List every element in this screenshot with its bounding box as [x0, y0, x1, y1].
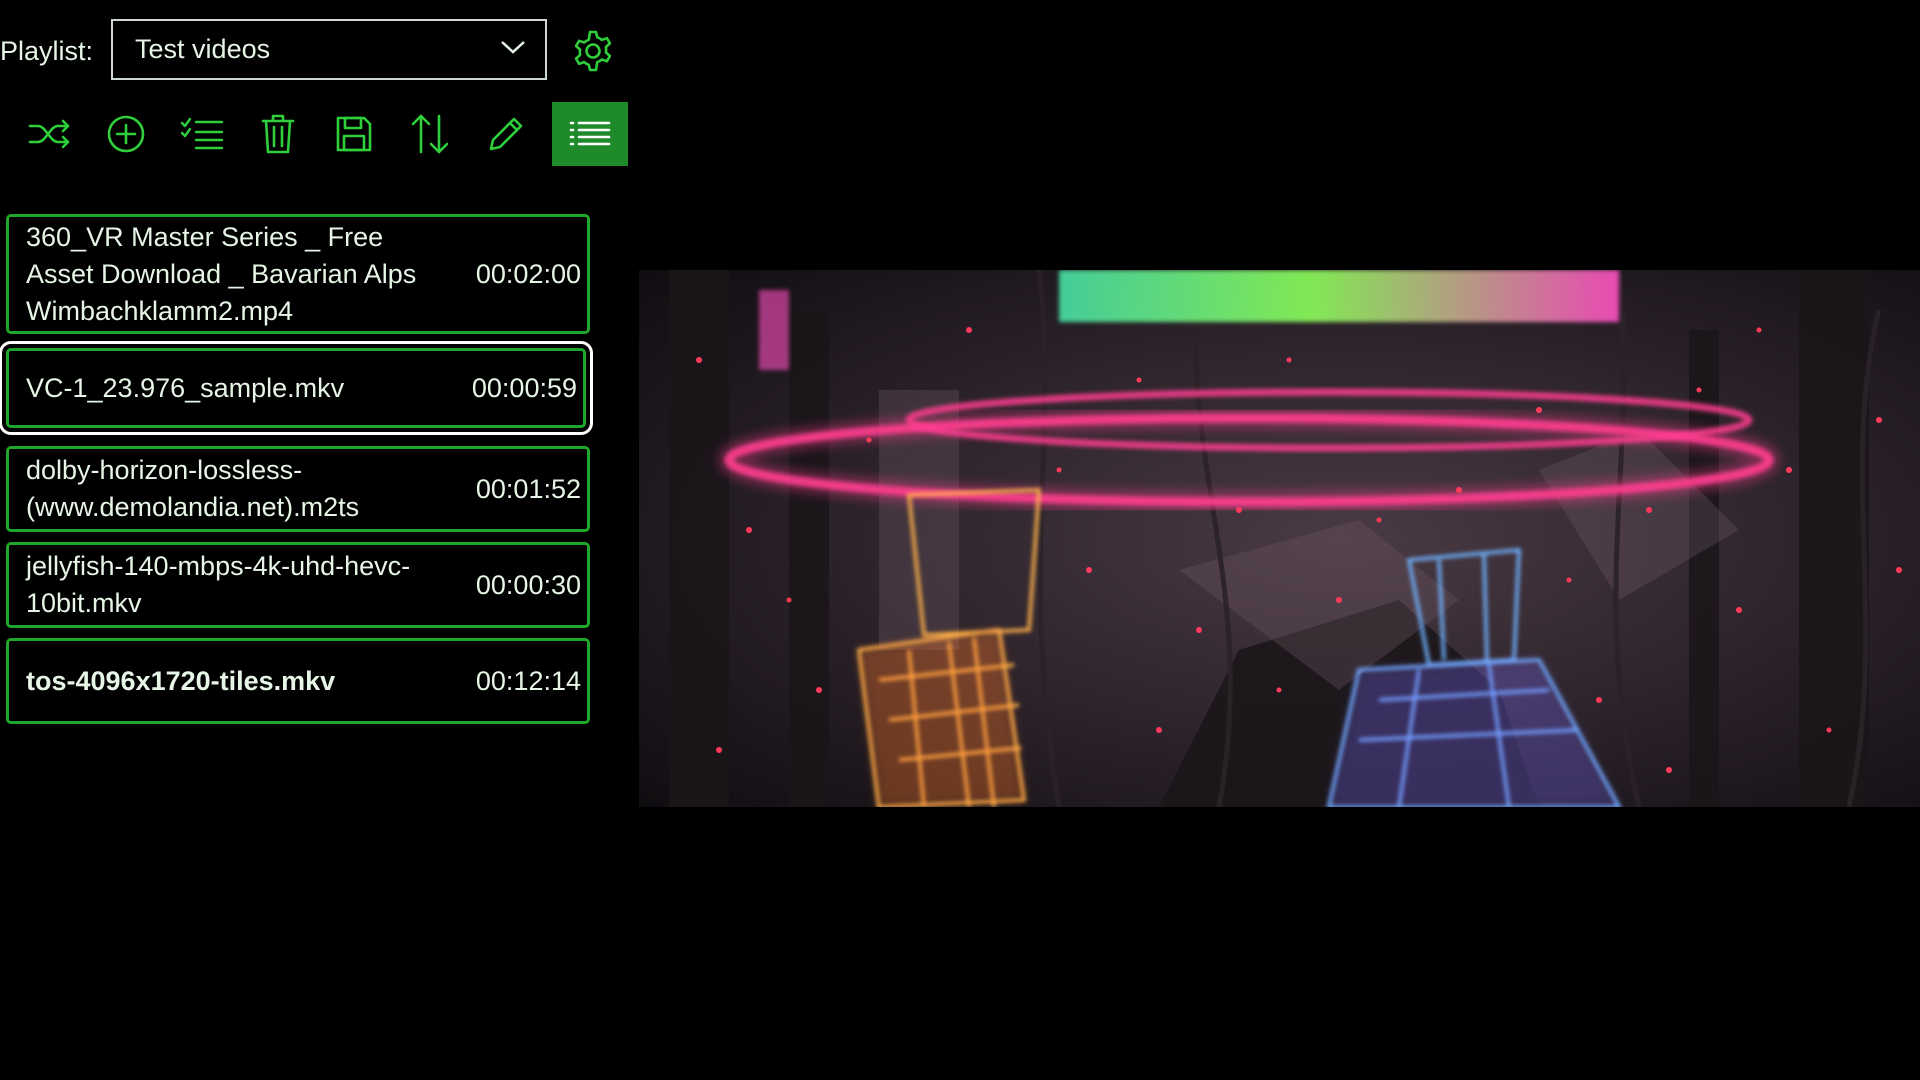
item-title: dolby-horizon-lossless-(www.demolandia.n… [26, 455, 360, 522]
list-item[interactable]: 360_VR Master Series _ Free Asset Downlo… [6, 214, 590, 334]
item-duration: 00:00:30 [475, 569, 581, 600]
shuffle-button[interactable] [18, 102, 82, 166]
list-item[interactable]: jellyfish-140-mbps-4k-uhd-hevc-10bit.mkv… [6, 542, 590, 628]
playlist-dropdown[interactable]: Test videos [111, 19, 548, 80]
settings-gear-icon[interactable] [570, 28, 616, 74]
list-item-selected[interactable]: VC-1_23.976_sample.mkv 00:00:59 [0, 341, 593, 435]
add-circle-icon [106, 114, 146, 154]
item-title: jellyfish-140-mbps-4k-uhd-hevc-10bit.mkv [26, 551, 411, 618]
playlist-items: 360_VR Master Series _ Free Asset Downlo… [0, 214, 593, 734]
shuffle-icon [28, 117, 72, 151]
item-duration: 00:01:52 [475, 473, 581, 504]
list-view-icon [568, 119, 612, 149]
add-button[interactable] [94, 102, 158, 166]
playlist-toolbar [18, 102, 640, 166]
rename-button[interactable] [474, 102, 538, 166]
sort-button[interactable] [398, 102, 462, 166]
list-item[interactable]: dolby-horizon-lossless-(www.demolandia.n… [6, 446, 590, 532]
pencil-icon [486, 114, 526, 154]
delete-button[interactable] [246, 102, 310, 166]
item-title: 360_VR Master Series _ Free Asset Downlo… [26, 221, 417, 326]
item-title: tos-4096x1720-tiles.mkv [26, 665, 336, 696]
video-frame[interactable] [639, 270, 1920, 807]
playlist-dropdown-value: Test videos [135, 34, 271, 64]
playlist-label: Playlist: [0, 36, 94, 66]
chevron-down-icon [499, 38, 527, 61]
list-item-now-playing[interactable]: tos-4096x1720-tiles.mkv 00:12:14 [6, 638, 590, 724]
item-duration: 00:00:59 [471, 372, 577, 403]
select-items-button[interactable] [170, 102, 234, 166]
sort-arrows-icon [410, 112, 450, 156]
video-frame-image [639, 270, 1920, 807]
item-title: VC-1_23.976_sample.mkv [26, 372, 345, 403]
trash-icon [261, 113, 295, 155]
save-icon [335, 115, 373, 153]
playlist-row: Playlist: Test videos [0, 17, 548, 82]
list-view-button[interactable] [552, 102, 628, 166]
media-player-app: Playlist: Test videos 360_VR Master Seri… [0, 0, 1920, 1080]
save-button[interactable] [322, 102, 386, 166]
checklist-icon [180, 117, 224, 151]
item-duration: 00:02:00 [475, 258, 581, 289]
item-duration: 00:12:14 [475, 665, 581, 696]
